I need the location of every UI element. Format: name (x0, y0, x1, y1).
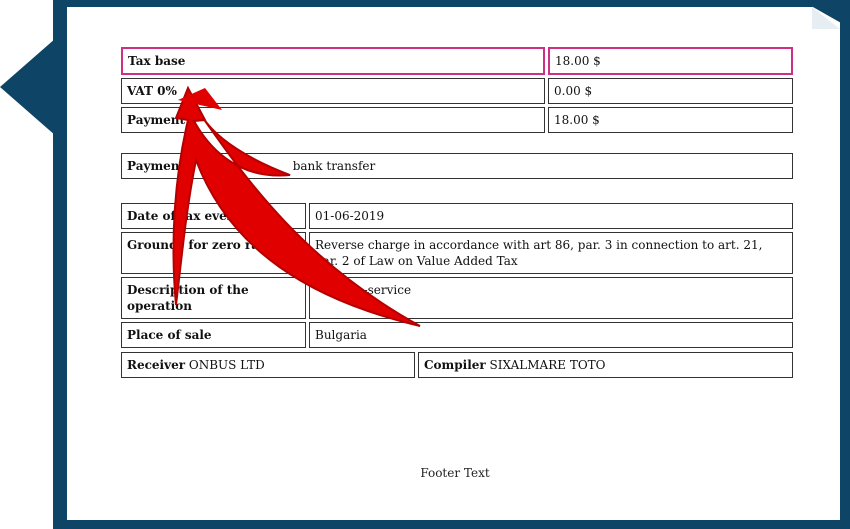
payment-method-cell: Payment bank transfer (121, 153, 793, 179)
table-row: Payment 18.00 $ (121, 107, 793, 133)
totals-table: Tax base 18.00 $ VAT 0% 0.00 $ Payment 1… (118, 47, 796, 133)
payment-method-label: Payment (127, 159, 186, 173)
place-value: Bulgaria (309, 322, 793, 348)
payment-label: Payment (121, 107, 545, 133)
compiler-label: Compiler (424, 358, 486, 372)
vat-value: 0.00 $ (548, 78, 793, 104)
payment-value: 18.00 $ (548, 107, 793, 133)
date-value: 01-06-2019 (309, 203, 793, 229)
tax-base-label: Tax base (121, 47, 545, 75)
table-row: Tax base 18.00 $ (121, 47, 793, 75)
table-row: Grounds for zero rate Reverse charge in … (121, 232, 793, 274)
compiler-cell: Compiler SIXALMARE TOTO (418, 352, 793, 378)
place-label: Place of sale (121, 322, 306, 348)
parties-table: Receiver ONBUS LTD Compiler SIXALMARE TO… (118, 352, 796, 378)
table-row: Payment bank transfer (121, 153, 793, 179)
tax-base-value: 18.00 $ (548, 47, 793, 75)
table-row: Date of tax event 01-06-2019 (121, 203, 793, 229)
description-label: Description of the operation (121, 277, 306, 319)
footer-text: Footer Text (420, 466, 490, 480)
table-row: Place of sale Bulgaria (121, 322, 793, 348)
grounds-label: Grounds for zero rate (121, 232, 306, 274)
payment-method-value: bank transfer (292, 159, 376, 173)
back-arrow-tab[interactable] (0, 38, 56, 136)
table-row: Receiver ONBUS LTD Compiler SIXALMARE TO… (121, 352, 793, 378)
description-value-text: of e-service (341, 283, 412, 297)
table-row: Description of the operation of e-servic… (121, 277, 793, 319)
vat-label: VAT 0% (121, 78, 545, 104)
receiver-cell: Receiver ONBUS LTD (121, 352, 415, 378)
table-row: VAT 0% 0.00 $ (121, 78, 793, 104)
description-value: of e-service (309, 277, 793, 319)
date-label: Date of tax event (121, 203, 306, 229)
payment-method-table: Payment bank transfer (118, 153, 796, 179)
details-table: Date of tax event 01-06-2019 Grounds for… (118, 203, 796, 348)
grounds-value: Reverse charge in accordance with art 86… (309, 232, 793, 274)
compiler-value: SIXALMARE TOTO (489, 358, 606, 372)
receiver-label: Receiver (127, 358, 186, 372)
receiver-value: ONBUS LTD (188, 358, 265, 372)
